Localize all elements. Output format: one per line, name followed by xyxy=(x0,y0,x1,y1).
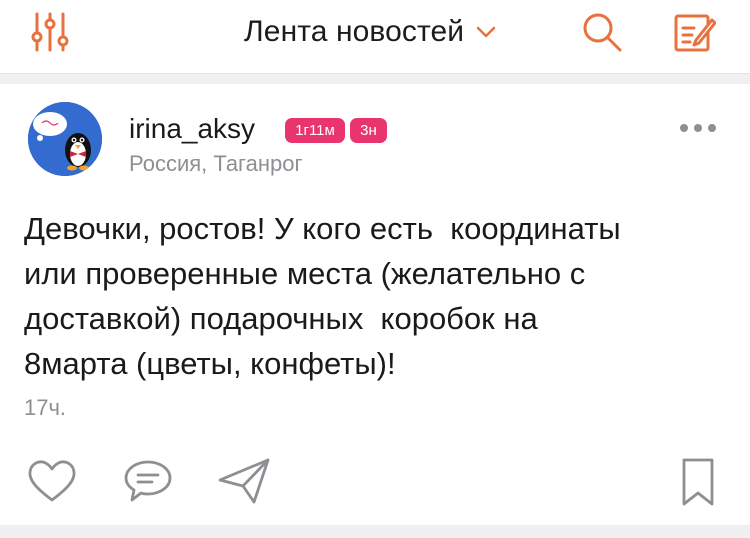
bookmark-icon[interactable] xyxy=(678,456,718,508)
author-name[interactable]: irina_aksy xyxy=(129,113,255,145)
compose-icon[interactable] xyxy=(672,10,717,54)
sliders-icon[interactable] xyxy=(28,10,72,54)
share-icon[interactable] xyxy=(216,456,272,508)
top-bar: Лента новостей xyxy=(0,0,750,74)
comment-icon[interactable] xyxy=(122,456,174,508)
status-badge: 3н xyxy=(350,118,387,143)
feed-post: irina_aksy 1г11м 3н Россия, Таганрог Дев… xyxy=(0,84,750,525)
dot xyxy=(708,124,716,132)
post-timestamp: 17ч. xyxy=(24,395,67,420)
dot xyxy=(680,124,688,132)
chevron-down-icon xyxy=(476,26,496,38)
dot xyxy=(694,124,702,132)
divider xyxy=(0,74,750,84)
divider xyxy=(0,525,750,538)
feed-selector[interactable]: Лента новостей xyxy=(244,13,496,51)
search-icon[interactable] xyxy=(580,10,624,54)
status-badge: 1г11м xyxy=(285,118,345,143)
page-title: Лента новостей xyxy=(244,15,465,48)
more-options-icon[interactable] xyxy=(676,120,720,136)
author-location: Россия, Таганрог xyxy=(129,151,303,176)
avatar[interactable] xyxy=(28,102,102,176)
heart-icon[interactable] xyxy=(26,456,78,508)
post-text: Девочки, ростов! У кого есть координаты … xyxy=(24,211,621,381)
